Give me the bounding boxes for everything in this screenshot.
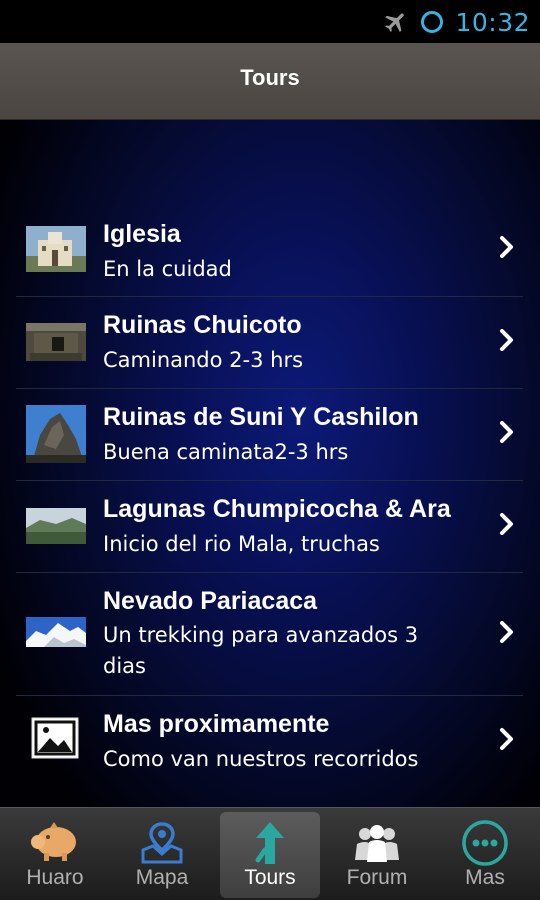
- status-icons: 10:32: [383, 6, 530, 38]
- chevron-right-icon: [500, 329, 513, 351]
- ruins-thumbnail: [26, 323, 86, 361]
- tab-mas[interactable]: Mas: [435, 812, 535, 898]
- rock-sky-thumbnail: [26, 405, 86, 463]
- airplane-mode-icon: [385, 13, 405, 32]
- tour-item-ruinas-chuicoto[interactable]: Ruinas Chuicoto Caminando 2-3 hrs: [16, 297, 523, 389]
- status-bar: 10:32: [0, 0, 540, 43]
- walker-arrow-icon: [255, 822, 284, 864]
- chevron-right-icon: [500, 513, 513, 535]
- tour-item-mas-proximamente[interactable]: Mas proximamente Como van nuestros recor…: [16, 696, 523, 788]
- more-dots-icon: [462, 820, 508, 866]
- church-thumbnail: [26, 226, 86, 272]
- tab-label: Forum: [346, 866, 408, 889]
- tab-huaro[interactable]: Huaro: [5, 812, 105, 898]
- tour-title: Nevado Pariacaca: [103, 587, 318, 615]
- tour-subtitle: Como van nuestros recorridos: [103, 747, 419, 771]
- chevron-right-icon: [500, 421, 513, 443]
- tour-subtitle: Un trekking para avanzados 3 dias: [103, 623, 419, 678]
- piggy-icon: [31, 822, 76, 861]
- tour-item-lagunas-chumpicocha[interactable]: Lagunas Chumpicocha & Ara Inicio del rio…: [16, 481, 523, 573]
- chevron-right-icon: [500, 236, 513, 258]
- tour-title: Ruinas Chuicoto: [103, 311, 302, 339]
- tour-title: Lagunas Chumpicocha & Ara: [103, 495, 451, 523]
- lagoon-thumbnail: [26, 508, 86, 544]
- map-icon: [141, 822, 183, 864]
- snow-mountain-thumbnail: [26, 617, 86, 647]
- tour-title: Iglesia: [103, 220, 181, 248]
- tab-forum[interactable]: Forum: [327, 812, 427, 898]
- people-icon: [355, 825, 399, 862]
- tour-subtitle: Inicio del rio Mala, truchas: [103, 532, 380, 556]
- tab-label: Mapa: [135, 866, 189, 889]
- chevron-right-icon: [500, 728, 513, 750]
- tour-subtitle: En la cuidad: [103, 257, 232, 281]
- tour-title: Ruinas de Suni Y Cashilon: [103, 403, 419, 431]
- tour-subtitle: Caminando 2-3 hrs: [103, 348, 304, 372]
- tab-mapa[interactable]: Mapa: [112, 812, 212, 898]
- tab-label: Huaro: [26, 866, 84, 889]
- page-title: Tours: [240, 65, 300, 90]
- action-bar: Tours: [0, 43, 540, 120]
- tour-title: Mas proximamente: [103, 710, 330, 738]
- image-placeholder-icon: [31, 717, 79, 759]
- tab-tours[interactable]: Tours: [220, 812, 320, 898]
- tab-label: Tours: [244, 866, 296, 889]
- sync-circle-icon: [421, 11, 444, 33]
- chevron-right-icon: [500, 621, 513, 643]
- tour-list: Iglesia En la cuidad Ruinas Chuicoto Cam…: [0, 120, 540, 807]
- tour-item-iglesia[interactable]: Iglesia En la cuidad: [16, 220, 523, 297]
- tab-label: Mas: [465, 866, 505, 889]
- tour-item-ruinas-suni-cashilon[interactable]: Ruinas de Suni Y Cashilon Buena caminata…: [16, 389, 523, 481]
- tour-subtitle: Buena caminata2-3 hrs: [103, 440, 349, 464]
- status-time: 10:32: [455, 7, 530, 37]
- tour-item-nevado-pariacaca[interactable]: Nevado Pariacaca Un trekking para avanza…: [16, 573, 523, 696]
- bottom-nav-bar: Huaro Mapa Tours Forum Mas: [0, 807, 540, 900]
